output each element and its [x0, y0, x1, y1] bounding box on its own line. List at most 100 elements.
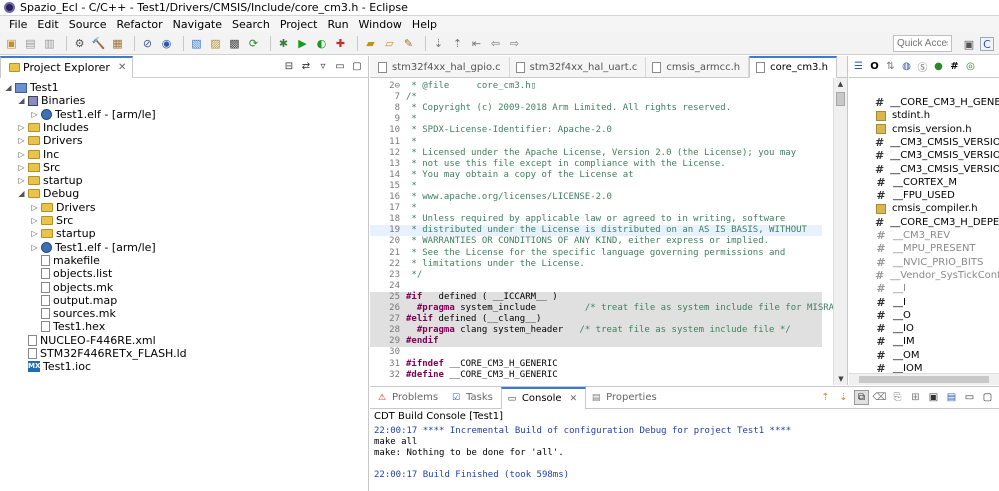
outline-tab-icon[interactable]: O — [868, 60, 881, 73]
chevron-down-icon[interactable]: ◢ — [17, 189, 26, 198]
tree-item[interactable]: ▷ startup — [30, 227, 95, 240]
open-console-icon[interactable]: ▤ — [944, 390, 959, 405]
tree-item[interactable]: ▷ Test1.elf - [arm/le] — [30, 241, 155, 254]
tree-item[interactable]: STM32F446RETx_FLASH.ld — [17, 347, 187, 360]
editor-tab-hal-gpio[interactable]: stm32f4xx_hal_gpio.c — [372, 57, 510, 77]
outline-item[interactable]: # __CORE_CM3_H_DEPENDANT — [849, 216, 999, 229]
outline-item[interactable]: # __IO — [849, 322, 999, 335]
outline-view-icon[interactable]: ☰ — [852, 60, 865, 73]
tree-item[interactable]: ◢ Binaries — [17, 94, 85, 107]
outline-item[interactable]: # __Vendor_SysTickConfig — [849, 269, 999, 282]
copy-icon[interactable]: ⎘ — [890, 390, 905, 405]
chevron-right-icon[interactable]: ▷ — [17, 136, 26, 145]
run-last-icon[interactable]: ◐ — [314, 36, 329, 51]
outline-item[interactable]: stdint.h — [849, 109, 999, 122]
open-folder-icon[interactable]: ▱ — [382, 36, 397, 51]
outline-item[interactable]: # __IM — [849, 335, 999, 348]
back-icon[interactable]: ⇦ — [488, 36, 503, 51]
outline-item[interactable]: # __CORE_CM3_H_GENERIC — [849, 96, 999, 109]
open-type-icon[interactable]: ▰ — [363, 36, 378, 51]
scroll-lock-icon[interactable]: ⧉ — [854, 390, 869, 405]
hide-macros-icon[interactable]: # — [948, 60, 961, 73]
outline-item[interactable]: # __CM3_CMSIS_VERSION_MAIN — [849, 136, 999, 149]
outline-item[interactable]: # __MPU_PRESENT — [849, 242, 999, 255]
menu-search[interactable]: Search — [227, 18, 275, 31]
tree-item[interactable]: ▷ Src — [17, 161, 60, 174]
minimize-icon[interactable]: ▭ — [333, 59, 347, 73]
outline-item[interactable]: # __O — [849, 309, 999, 322]
debug-icon[interactable]: ✱ — [276, 36, 291, 51]
tree-item[interactable]: ▷ Drivers — [30, 201, 95, 214]
menu-source[interactable]: Source — [64, 18, 112, 31]
close-icon[interactable]: ✕ — [570, 394, 578, 404]
tree-item[interactable]: ▷ startup — [17, 174, 82, 187]
menu-project[interactable]: Project — [275, 18, 323, 31]
chevron-right-icon[interactable]: ▷ — [30, 110, 39, 119]
outline-item[interactable]: # __CM3_REV — [849, 229, 999, 242]
scroll-up-icon[interactable]: ▲ — [834, 78, 847, 90]
outline-item[interactable]: # __FPU_USED — [849, 189, 999, 202]
external-tools-icon[interactable]: ✚ — [333, 36, 348, 51]
debug-config-icon[interactable]: ◉ — [159, 36, 174, 51]
minimize-icon[interactable]: ▭ — [962, 390, 977, 405]
editor-tab-cmsis-armcc[interactable]: cmsis_armcc.h — [646, 57, 750, 77]
tab-project-explorer[interactable]: Project Explorer ✕ — [0, 55, 134, 78]
outline-item[interactable]: # __CM3_CMSIS_VERSION_SUB — [849, 149, 999, 162]
hide-fields-icon[interactable]: ◍ — [900, 60, 913, 73]
chevron-right-icon[interactable]: ▷ — [30, 203, 39, 212]
menu-navigate[interactable]: Navigate — [168, 18, 227, 31]
chevron-right-icon[interactable]: ▷ — [17, 163, 26, 172]
code-editor[interactable]: 2⊖ * @file core_cm3.h▯ 7/* 8 * Copyright (… — [370, 78, 848, 385]
pen-icon[interactable]: ✎ — [401, 36, 416, 51]
tree-item[interactable]: ▷ Drivers — [17, 134, 82, 147]
prev-annotation-icon[interactable]: ⇡ — [450, 36, 465, 51]
tree-item[interactable]: output.map — [30, 294, 117, 307]
run-icon[interactable]: ▶ — [295, 36, 310, 51]
hide-nonpublic-icon[interactable]: ● — [932, 60, 945, 73]
maximize-icon[interactable]: ▢ — [980, 390, 995, 405]
open-perspective-icon[interactable]: ▣ — [962, 37, 976, 51]
save-all-icon[interactable]: ▥ — [42, 36, 57, 51]
new-class-icon[interactable]: ▩ — [227, 36, 242, 51]
tree-item[interactable]: ▷ Src — [30, 214, 73, 227]
tab-properties[interactable]: ▤ Properties — [586, 388, 665, 408]
last-edit-icon[interactable]: ⇤ — [469, 36, 484, 51]
save-icon[interactable]: ▤ — [23, 36, 38, 51]
new-project-icon[interactable]: ▧ — [189, 36, 204, 51]
clean-icon[interactable]: ▦ — [110, 36, 125, 51]
tab-tasks[interactable]: ☑ Tasks — [446, 388, 501, 408]
scroll-down-icon[interactable]: ▼ — [834, 373, 848, 385]
menu-edit[interactable]: Edit — [32, 18, 63, 31]
tree-item[interactable]: objects.list — [30, 267, 112, 280]
menu-window[interactable]: Window — [354, 18, 407, 31]
tab-problems[interactable]: ⚠ Problems — [372, 388, 446, 408]
quick-access-input[interactable] — [893, 35, 952, 52]
scrollbar-thumb[interactable] — [859, 376, 989, 383]
new-icon[interactable]: ▣ — [4, 36, 19, 51]
new-folder-icon[interactable]: ▨ — [208, 36, 223, 51]
outline-item[interactable]: # __I — [849, 296, 999, 309]
outline-item[interactable]: # __CORTEX_M — [849, 176, 999, 189]
outline-horizontal-scrollbar[interactable] — [849, 373, 999, 385]
tree-item[interactable]: makefile — [30, 254, 100, 267]
menu-help[interactable]: Help — [407, 18, 442, 31]
forward-icon[interactable]: ⇨ — [507, 36, 522, 51]
next-annotation-icon[interactable]: ⇣ — [431, 36, 446, 51]
cpp-perspective-icon[interactable]: C — [980, 37, 994, 51]
tree-item[interactable]: ◢ Debug — [17, 187, 79, 200]
tree-item[interactable]: ▷ Includes — [17, 121, 88, 134]
collapse-all-icon[interactable]: ⊟ — [282, 59, 296, 73]
clear-console-icon[interactable]: ⌫ — [872, 390, 887, 405]
maximize-icon[interactable]: ▢ — [350, 59, 364, 73]
scrollbar-thumb[interactable] — [836, 92, 845, 106]
chevron-right-icon[interactable]: ▷ — [17, 176, 26, 185]
previous-problem-icon[interactable]: ⇡ — [818, 390, 833, 405]
console-output[interactable]: 22:00:17 **** Incremental Build of confi… — [370, 426, 999, 481]
menu-refactor[interactable]: Refactor — [112, 18, 168, 31]
tree-item[interactable]: MX Test1.ioc — [17, 360, 91, 373]
menu-file[interactable]: File — [4, 18, 32, 31]
tree-item[interactable]: sources.mk — [30, 307, 116, 320]
chevron-right-icon[interactable]: ▷ — [30, 243, 39, 252]
chevron-right-icon[interactable]: ▷ — [17, 150, 26, 159]
outline-item[interactable]: cmsis_version.h — [849, 123, 999, 136]
